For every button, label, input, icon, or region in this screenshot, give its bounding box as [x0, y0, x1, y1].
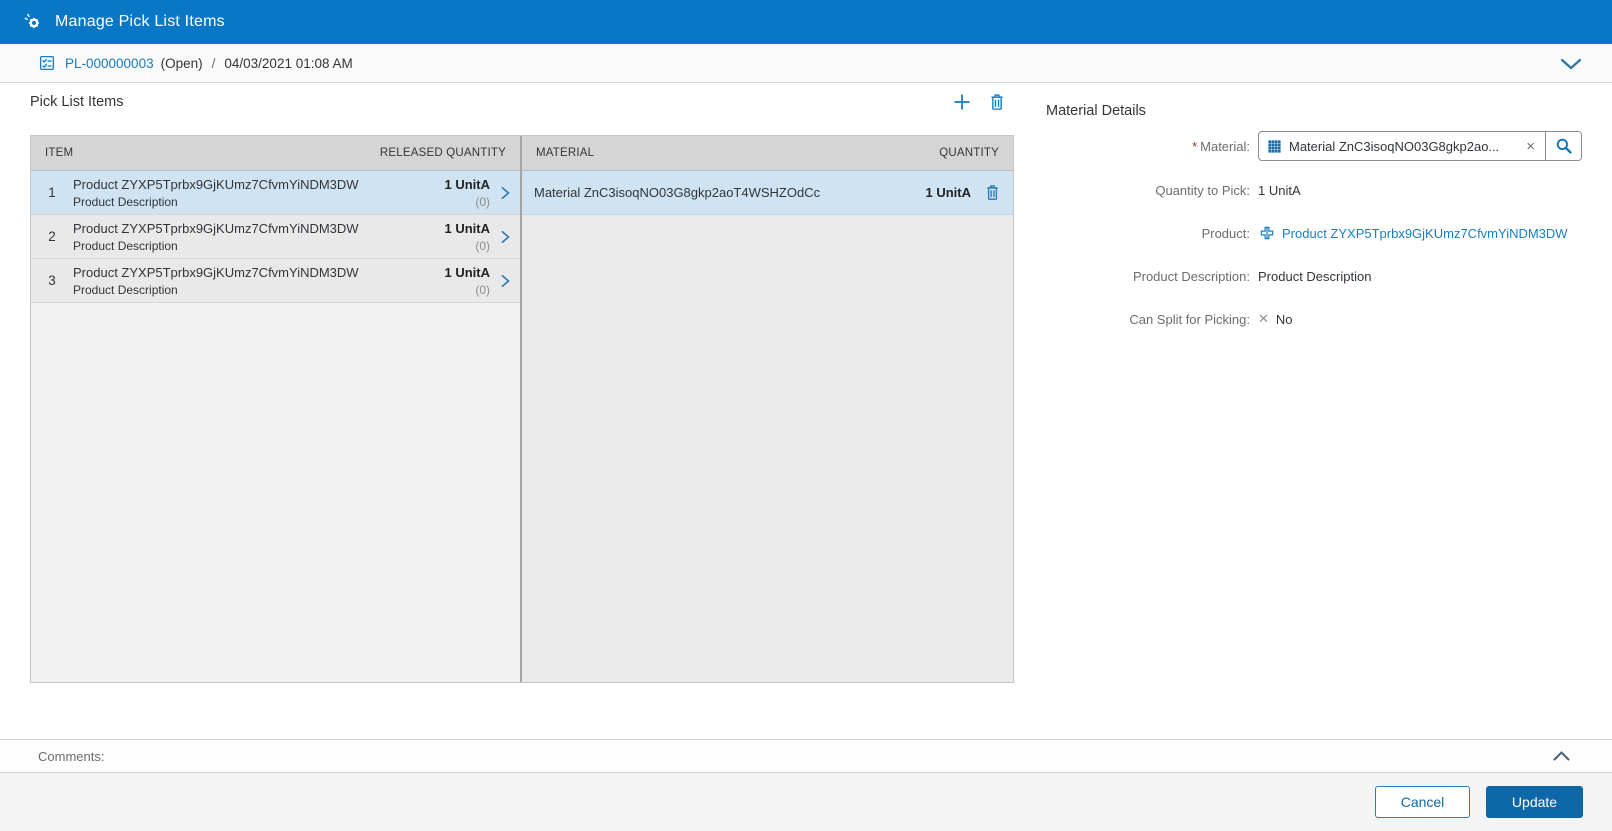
item-description: Product Description: [73, 282, 178, 297]
app-header: Manage Pick List Items: [0, 0, 1612, 44]
materials-pane: MATERIAL QUANTITY Material ZnC3isoqNO03G…: [522, 136, 1013, 682]
can-split-label: Can Split for Picking:: [1129, 311, 1250, 327]
add-item-button[interactable]: [952, 92, 972, 112]
picklist-icon: [39, 55, 55, 71]
update-button[interactable]: Update: [1486, 786, 1583, 818]
product-description-field-row: Product Description: Product Description: [1046, 266, 1582, 286]
product-description-label: Product Description:: [1132, 268, 1250, 284]
material-combo-input[interactable]: Material ZnC3isoqNO03G8gkp2ao... ×: [1258, 131, 1582, 161]
product-label: Product:: [1201, 225, 1250, 241]
material-token-text: Material ZnC3isoqNO03G8gkp2ao...: [1289, 138, 1500, 154]
value-help-button[interactable]: [1545, 132, 1581, 160]
can-split-field-row: Can Split for Picking: ✕ No: [1046, 309, 1582, 329]
material-details-panel: Material Details * Material: Material ZnC…: [1046, 103, 1582, 403]
delete-material-button[interactable]: [984, 183, 1001, 202]
item-product: Product ZYXP5Tprbx9GjKUmz7CfvmYiNDM3DW: [73, 176, 359, 192]
search-icon: [1556, 138, 1572, 154]
comments-collapse-chevron-up-icon[interactable]: [1553, 751, 1570, 761]
pick-list-table: ITEM RELEASED QUANTITY 1 Product ZYXP5Tp…: [30, 135, 1014, 683]
header-collapse-chevron-down-icon[interactable]: [1560, 58, 1582, 70]
comments-label: Comments:: [38, 748, 105, 764]
manage-pick-list-screen: Manage Pick List Items PL-000000003 (Ope…: [0, 0, 1612, 831]
product-field-row: Product: Product ZYXP5Tprbx9GjKUmz7CfvmY…: [1046, 223, 1582, 243]
column-header-quantity: QUANTITY: [939, 147, 999, 159]
chevron-right-icon: [501, 230, 510, 243]
row-navigate-button[interactable]: [490, 273, 520, 289]
trash-icon: [987, 185, 998, 200]
pick-list-items-title: Pick List Items: [30, 94, 124, 110]
object-header: PL-000000003 (Open) / 04/03/2021 01:08 A…: [0, 44, 1612, 83]
column-header-released-quantity: RELEASED QUANTITY: [379, 147, 506, 159]
plus-icon: [954, 94, 970, 110]
chevron-right-icon: [501, 186, 510, 199]
required-marker: *: [1192, 138, 1198, 154]
picklist-status: (Open): [160, 55, 203, 71]
column-header-item: ITEM: [45, 147, 74, 159]
item-description: Product Description: [73, 194, 178, 209]
item-product: Product ZYXP5Tprbx9GjKUmz7CfvmYiNDM3DW: [73, 220, 359, 236]
item-released-count: (0): [475, 194, 490, 209]
column-header-material: MATERIAL: [536, 147, 595, 159]
delete-item-button[interactable]: [988, 92, 1006, 112]
material-row[interactable]: Material ZnC3isoqNO03G8gkp2aoT4WSHZOdCc …: [522, 171, 1013, 215]
decline-x-icon: ✕: [1258, 311, 1269, 326]
item-number: 3: [48, 273, 56, 288]
product-icon: [1260, 226, 1274, 240]
can-split-value: No: [1275, 311, 1293, 327]
comments-section-bar: Comments:: [0, 739, 1612, 773]
item-number: 2: [48, 229, 56, 244]
trash-icon: [991, 94, 1003, 110]
picklist-timestamp: 04/03/2021 01:08 AM: [224, 55, 353, 71]
pick-list-section-header: Pick List Items: [30, 92, 1014, 112]
quantity-to-pick-value: 1 UnitA: [1258, 182, 1301, 198]
row-navigate-button[interactable]: [490, 185, 520, 201]
quantity-to-pick-label: Quantity to Pick:: [1155, 182, 1250, 198]
breadcrumb-separator: /: [211, 55, 216, 71]
pick-list-item-row[interactable]: 2 Product ZYXP5Tprbx9GjKUmz7CfvmYiNDM3DW…: [31, 215, 520, 259]
material-field-row: * Material: Material ZnC3isoqNO03G8gkp2ao…: [1046, 131, 1582, 161]
quantity-field-row: Quantity to Pick: 1 UnitA: [1046, 180, 1582, 200]
items-pane: ITEM RELEASED QUANTITY 1 Product ZYXP5Tp…: [31, 136, 520, 682]
material-details-title: Material Details: [1046, 103, 1146, 119]
item-product: Product ZYXP5Tprbx9GjKUmz7CfvmYiNDM3DW: [73, 264, 359, 280]
pick-list-toolbar: [952, 92, 1014, 112]
item-description: Product Description: [73, 238, 178, 253]
material-name: Material ZnC3isoqNO03G8gkp2aoT4WSHZOdCc: [534, 185, 821, 200]
row-navigate-button[interactable]: [490, 229, 520, 245]
item-released-count: (0): [475, 238, 490, 253]
product-description-value: Product Description: [1258, 268, 1372, 284]
item-released-qty: 1 UnitA: [444, 264, 491, 280]
picklist-id-link[interactable]: PL-000000003: [65, 56, 154, 71]
item-released-count: (0): [475, 282, 490, 297]
material-label: Material:: [1200, 138, 1250, 154]
material-qty: 1 UnitA: [925, 185, 972, 200]
cancel-button[interactable]: Cancel: [1375, 786, 1470, 818]
items-table-header: ITEM RELEASED QUANTITY: [31, 136, 520, 171]
pick-list-item-row[interactable]: 3 Product ZYXP5Tprbx9GjKUmz7CfvmYiNDM3DW…: [31, 259, 520, 303]
clear-icon[interactable]: ×: [1516, 138, 1545, 155]
action-footer: Cancel Update: [0, 773, 1612, 831]
material-token-icon: [1268, 139, 1281, 153]
settings-gear-icon: [24, 13, 39, 28]
chevron-right-icon: [501, 274, 510, 287]
item-released-qty: 1 UnitA: [444, 176, 491, 192]
item-number: 1: [48, 185, 56, 200]
item-released-qty: 1 UnitA: [444, 220, 491, 236]
product-link[interactable]: Product ZYXP5Tprbx9GjKUmz7CfvmYiNDM3DW: [1282, 226, 1568, 241]
page-title: Manage Pick List Items: [55, 13, 225, 30]
pick-list-item-row[interactable]: 1 Product ZYXP5Tprbx9GjKUmz7CfvmYiNDM3DW…: [31, 171, 520, 215]
materials-table-header: MATERIAL QUANTITY: [522, 136, 1013, 171]
